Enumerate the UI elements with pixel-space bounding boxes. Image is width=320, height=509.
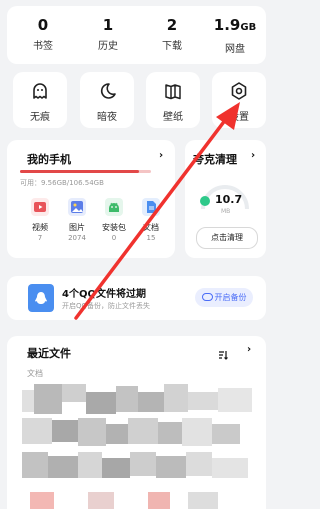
annotation-arrow-icon <box>74 102 240 320</box>
